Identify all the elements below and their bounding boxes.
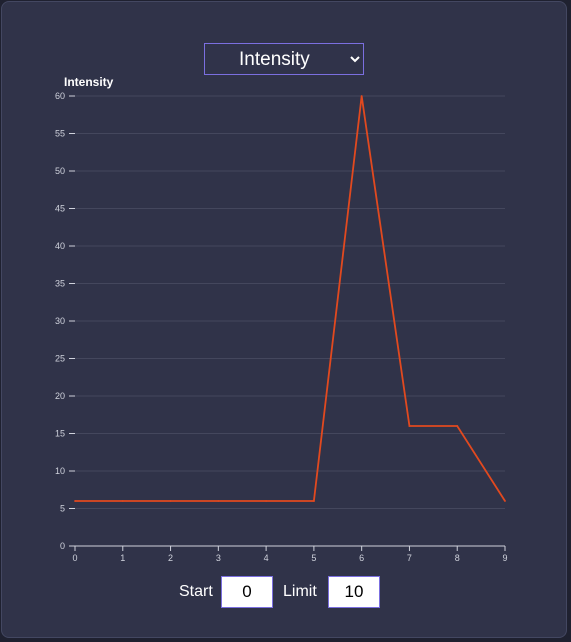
- y-tick-label: 25: [55, 354, 65, 364]
- data-point: [456, 425, 459, 427]
- y-tick-label: 35: [55, 279, 65, 289]
- y-tick-label: 55: [55, 129, 65, 139]
- data-point: [504, 500, 506, 502]
- start-input[interactable]: [221, 576, 273, 608]
- range-controls: Start Limit: [0, 576, 566, 608]
- y-tick-label: 40: [55, 241, 65, 251]
- limit-label: Limit: [283, 583, 317, 600]
- x-tick-label: 3: [216, 553, 221, 563]
- limit-input[interactable]: [328, 576, 380, 608]
- intensity-series-line: [75, 95, 506, 502]
- y-axis-label: Intensity: [64, 75, 114, 89]
- x-tick-label: 2: [168, 553, 173, 563]
- series: [74, 95, 506, 502]
- data-point: [408, 425, 411, 427]
- data-point: [169, 500, 172, 502]
- y-tick-label: 0: [60, 541, 65, 551]
- x-tick-label: 0: [72, 553, 77, 563]
- axes: 0510152025303540455055600 1 2 3 4 5 6 7 8 9: [55, 91, 508, 563]
- y-tick-label: 50: [55, 166, 65, 176]
- y-tick-label: 20: [55, 391, 65, 401]
- x-tick-label: 4: [264, 553, 269, 563]
- y-tick-label: 10: [55, 466, 65, 476]
- y-tick-label: 60: [55, 91, 65, 101]
- data-point: [312, 500, 315, 502]
- y-tick-label: 45: [55, 204, 65, 214]
- y-tick-label: 30: [55, 316, 65, 326]
- start-label: Start: [179, 583, 213, 600]
- y-tick-label: 15: [55, 429, 65, 439]
- data-point: [360, 95, 363, 97]
- x-tick-label: 7: [407, 553, 412, 563]
- x-tick-label: 5: [311, 553, 316, 563]
- x-tick-label: 6: [359, 553, 364, 563]
- data-point: [265, 500, 268, 502]
- grid-lines: [75, 95, 505, 509]
- data-point: [121, 500, 124, 502]
- line-chart: 0510152025303540455055600 1 2 3 4 5 6 7 8 9 Inten…: [55, 75, 508, 563]
- x-tick-label: 8: [455, 553, 460, 563]
- x-tick-label: 1: [120, 553, 125, 563]
- data-point: [217, 500, 220, 502]
- data-point: [74, 500, 76, 502]
- x-tick-label: 9: [502, 553, 507, 563]
- y-tick-label: 5: [60, 504, 65, 514]
